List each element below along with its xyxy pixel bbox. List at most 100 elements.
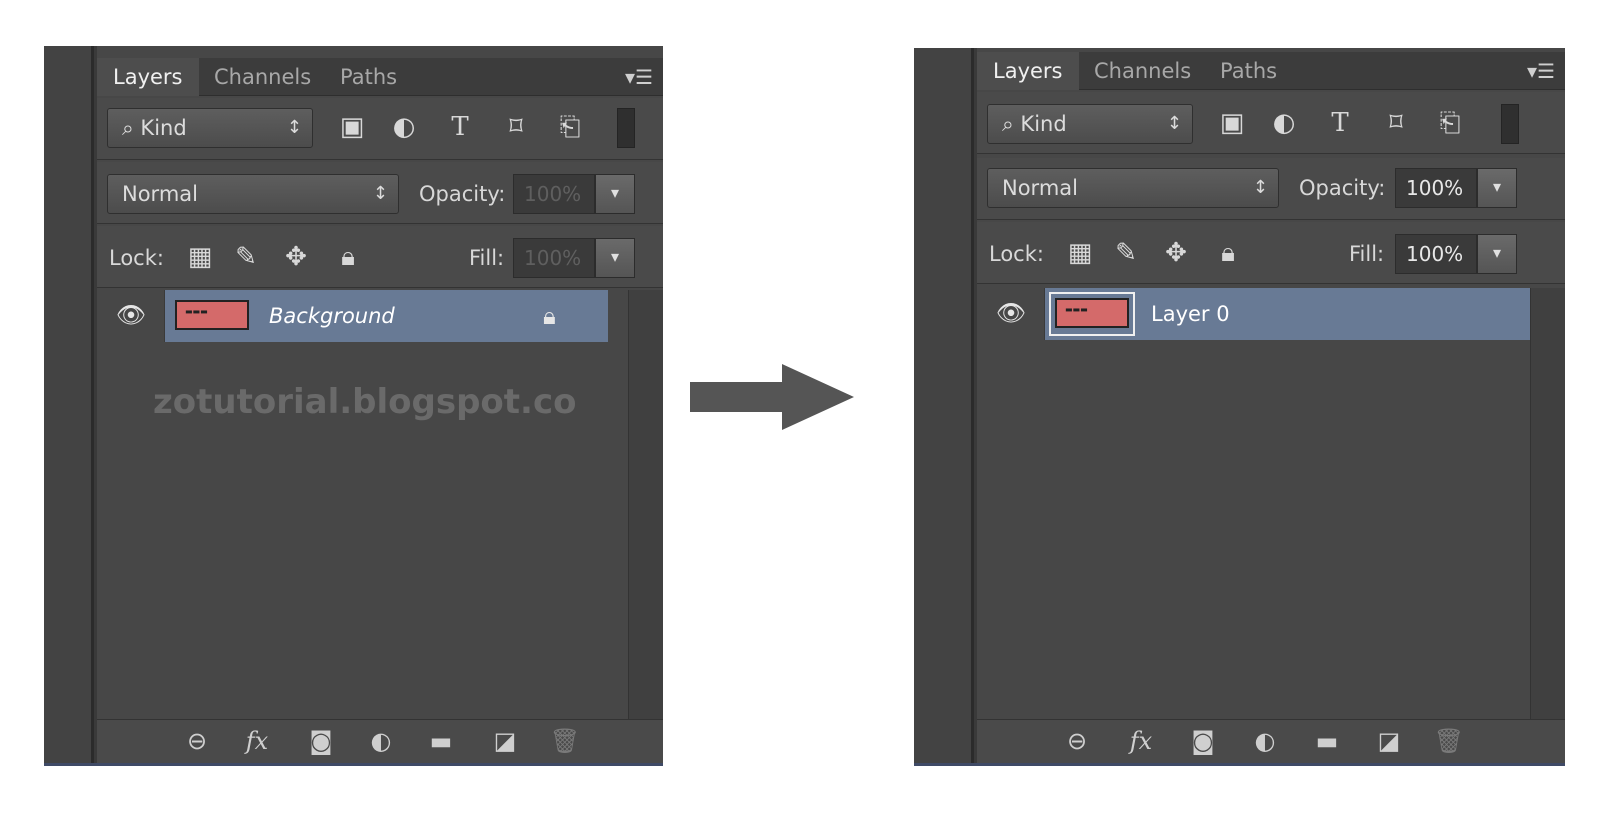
layers-list: 👁︎ ▬▬▬ Layer 0 bbox=[977, 288, 1565, 722]
lock-brush-icon[interactable]: ✎ bbox=[1111, 238, 1141, 268]
filter-kind-dropdown[interactable]: ⌕ Kind ↕ bbox=[987, 104, 1193, 144]
opacity-input[interactable]: 100% bbox=[513, 174, 595, 214]
layers-list: 👁︎ ▬▬▬ Background 🔒︎ bbox=[97, 290, 663, 722]
tab-bar: Layers Channels Paths ▾☰ bbox=[977, 52, 1565, 90]
blend-mode-dropdown[interactable]: Normal ↕ bbox=[987, 168, 1279, 208]
fill-dropdown-button[interactable]: ▾ bbox=[1477, 234, 1517, 274]
tab-paths[interactable]: Paths bbox=[1204, 52, 1293, 90]
lock-all-icon[interactable]: 🔒︎ bbox=[1213, 238, 1243, 268]
lock-transparent-icon[interactable]: ▦ bbox=[185, 242, 215, 272]
tab-layers[interactable]: Layers bbox=[977, 52, 1079, 90]
link-layers-icon[interactable]: ⊖ bbox=[179, 726, 215, 756]
lock-transparent-icon[interactable]: ▦ bbox=[1065, 238, 1095, 268]
lock-row: Lock: ▦ ✎ ✥ 🔒︎ Fill: 100% ▾ bbox=[97, 226, 663, 288]
adjustment-layer-icon[interactable]: ◐ bbox=[1247, 726, 1283, 756]
lock-brush-icon[interactable]: ✎ bbox=[231, 242, 261, 272]
fill-dropdown-button[interactable]: ▾ bbox=[595, 238, 635, 278]
layer-row-background[interactable]: 👁︎ ▬▬▬ Background 🔒︎ bbox=[97, 290, 608, 342]
layers-scrollbar[interactable] bbox=[1530, 288, 1565, 722]
smart-object-filter-icon[interactable]: ⎗ bbox=[1433, 108, 1467, 138]
watermark-text: zotutorial.blogspot.co bbox=[153, 382, 577, 422]
trash-icon[interactable]: 🗑︎ bbox=[1431, 726, 1467, 756]
blend-mode-dropdown[interactable]: Normal ↕ bbox=[107, 174, 399, 214]
chevron-updown-icon: ↕ bbox=[1252, 177, 1268, 198]
fill-label: Fill: bbox=[469, 246, 505, 270]
shape-filter-icon[interactable]: ⌑ bbox=[499, 112, 533, 142]
filter-row: ⌕ Kind ↕ ▣ ◐ T ⌑ ⎗ bbox=[977, 92, 1565, 154]
layer-selected-body[interactable]: ▬▬▬ Layer 0 bbox=[1045, 288, 1530, 340]
filter-toggle[interactable] bbox=[1501, 104, 1519, 144]
lock-label: Lock: bbox=[989, 242, 1044, 266]
blend-mode-label: Normal bbox=[122, 182, 198, 206]
left-dock-strip bbox=[914, 48, 974, 766]
panel-menu-icon[interactable]: ▾☰ bbox=[1527, 52, 1555, 90]
fx-icon[interactable]: fx bbox=[239, 726, 275, 756]
adjustment-filter-icon[interactable]: ◐ bbox=[387, 112, 421, 142]
layer-name[interactable]: Background bbox=[269, 290, 395, 342]
blend-row: Normal ↕ Opacity: 100% ▾ bbox=[977, 158, 1565, 220]
layer-row-layer-0[interactable]: 👁︎ ▬▬▬ Layer 0 bbox=[977, 288, 1530, 340]
lock-move-icon[interactable]: ✥ bbox=[1161, 238, 1191, 268]
left-dock-strip bbox=[44, 46, 94, 766]
panel-bottom-edge bbox=[44, 763, 663, 766]
layers-panel-after: Layers Channels Paths ▾☰ ⌕ Kind ↕ ▣ ◐ T … bbox=[914, 48, 1565, 766]
trash-icon[interactable]: 🗑︎ bbox=[547, 726, 583, 756]
lock-all-icon[interactable]: 🔒︎ bbox=[333, 242, 363, 272]
right-arrow-icon bbox=[690, 364, 854, 430]
adjustment-layer-icon[interactable]: ◐ bbox=[363, 726, 399, 756]
new-layer-icon[interactable]: ◪ bbox=[487, 726, 523, 756]
visibility-cell: 👁︎ bbox=[97, 290, 165, 342]
fill-input[interactable]: 100% bbox=[513, 238, 595, 278]
opacity-dropdown-button[interactable]: ▾ bbox=[595, 174, 635, 214]
tab-paths[interactable]: Paths bbox=[324, 58, 413, 96]
filter-kind-dropdown[interactable]: ⌕ Kind ↕ bbox=[107, 108, 313, 148]
blend-row: Normal ↕ Opacity: 100% ▾ bbox=[97, 162, 663, 224]
panel-footer: ⊖ fx ◙ ◐ ▬ ◪ 🗑︎ bbox=[97, 719, 663, 763]
filter-toggle[interactable] bbox=[617, 108, 635, 148]
transition-arrow bbox=[690, 364, 854, 430]
smart-object-filter-icon[interactable]: ⎗ bbox=[553, 112, 587, 142]
shape-filter-icon[interactable]: ⌑ bbox=[1379, 108, 1413, 138]
tab-channels[interactable]: Channels bbox=[1078, 52, 1207, 90]
image-filter-icon[interactable]: ▣ bbox=[1215, 108, 1249, 138]
eye-icon[interactable]: 👁︎ bbox=[115, 300, 147, 330]
opacity-label: Opacity: bbox=[1299, 176, 1386, 200]
adjustment-filter-icon[interactable]: ◐ bbox=[1267, 108, 1301, 138]
opacity-input[interactable]: 100% bbox=[1395, 168, 1477, 208]
layer-mask-icon[interactable]: ◙ bbox=[1185, 726, 1221, 756]
fx-icon[interactable]: fx bbox=[1123, 726, 1159, 756]
chevron-updown-icon: ↕ bbox=[372, 183, 388, 204]
layer-name[interactable]: Layer 0 bbox=[1151, 288, 1230, 340]
layer-thumbnail: ▬▬▬ bbox=[1055, 298, 1129, 328]
tab-bar: Layers Channels Paths ▾☰ bbox=[97, 58, 663, 96]
tab-layers[interactable]: Layers bbox=[97, 58, 199, 96]
blend-mode-label: Normal bbox=[1002, 176, 1078, 200]
new-layer-icon[interactable]: ◪ bbox=[1371, 726, 1407, 756]
opacity-dropdown-button[interactable]: ▾ bbox=[1477, 168, 1517, 208]
fill-label: Fill: bbox=[1349, 242, 1385, 266]
visibility-cell: 👁︎ bbox=[977, 288, 1045, 340]
panel-body: Layers Channels Paths ▾☰ ⌕ Kind ↕ ▣ ◐ T … bbox=[977, 48, 1565, 766]
layer-mask-icon[interactable]: ◙ bbox=[303, 726, 339, 756]
fill-input[interactable]: 100% bbox=[1395, 234, 1477, 274]
eye-icon[interactable]: 👁︎ bbox=[995, 298, 1027, 328]
filter-kind-label: ⌕ Kind bbox=[122, 116, 187, 140]
panel-menu-icon[interactable]: ▾☰ bbox=[625, 58, 653, 96]
layers-scrollbar[interactable] bbox=[628, 290, 663, 722]
chevron-updown-icon: ↕ bbox=[286, 117, 302, 138]
image-filter-icon[interactable]: ▣ bbox=[335, 112, 369, 142]
link-layers-icon[interactable]: ⊖ bbox=[1059, 726, 1095, 756]
panel-footer: ⊖ fx ◙ ◐ ▬ ◪ 🗑︎ bbox=[977, 719, 1565, 763]
type-filter-icon[interactable]: T bbox=[1323, 108, 1357, 138]
layer-lock-icon[interactable]: 🔒︎ bbox=[543, 298, 556, 334]
tab-channels[interactable]: Channels bbox=[198, 58, 327, 96]
layer-selected-body[interactable]: ▬▬▬ Background 🔒︎ bbox=[165, 290, 608, 342]
chevron-updown-icon: ↕ bbox=[1166, 113, 1182, 134]
panel-bottom-edge bbox=[914, 763, 1565, 766]
group-folder-icon[interactable]: ▬ bbox=[1309, 726, 1345, 756]
type-filter-icon[interactable]: T bbox=[443, 112, 477, 142]
group-folder-icon[interactable]: ▬ bbox=[423, 726, 459, 756]
lock-move-icon[interactable]: ✥ bbox=[281, 242, 311, 272]
filter-row: ⌕ Kind ↕ ▣ ◐ T ⌑ ⎗ bbox=[97, 98, 663, 160]
lock-row: Lock: ▦ ✎ ✥ 🔒︎ Fill: 100% ▾ bbox=[977, 222, 1565, 284]
